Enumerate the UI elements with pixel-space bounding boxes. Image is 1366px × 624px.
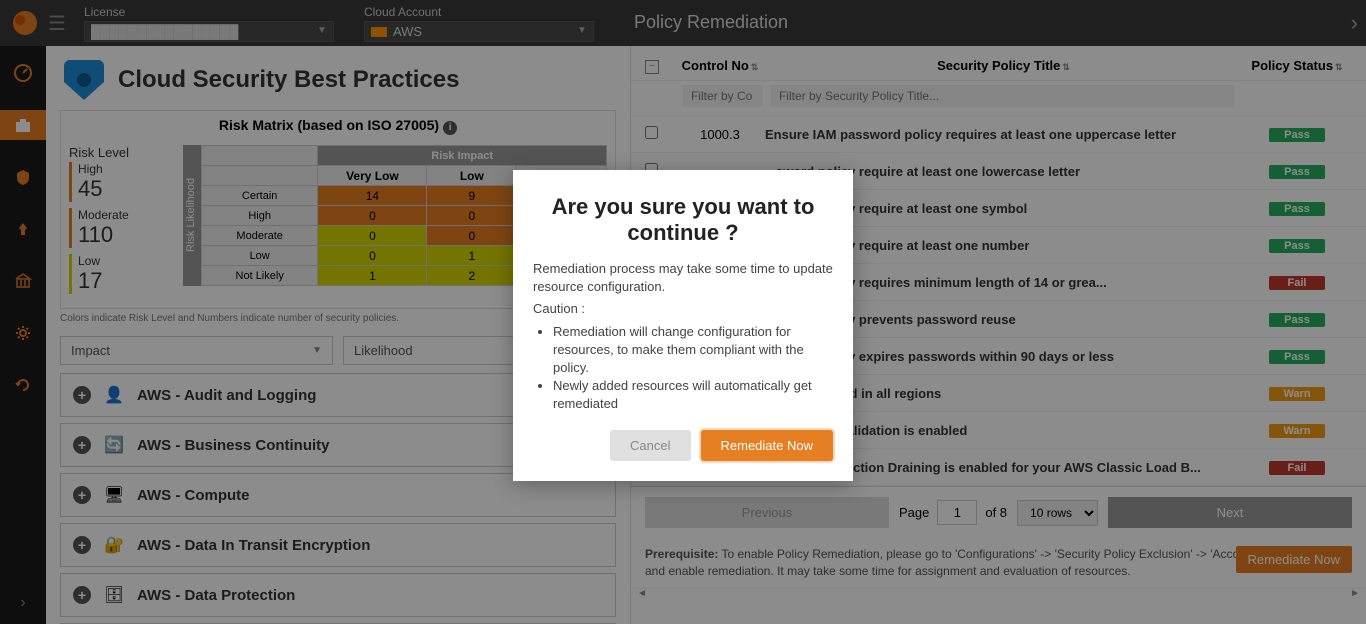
confirm-modal: Are you sure you want to continue ? Reme… [513,170,853,481]
modal-bullet-list: Remediation will change configuration fo… [533,323,833,414]
modal-bullet: Remediation will change configuration fo… [553,323,833,378]
modal-bullet: Newly added resources will automatically… [553,377,833,413]
modal-title: Are you sure you want to continue ? [533,194,833,246]
modal-body-1: Remediation process may take some time t… [533,260,833,296]
cancel-button[interactable]: Cancel [610,430,690,461]
modal-body-2: Caution : [533,300,833,318]
modal-overlay: Are you sure you want to continue ? Reme… [0,0,1366,624]
confirm-remediate-button[interactable]: Remediate Now [701,430,834,461]
